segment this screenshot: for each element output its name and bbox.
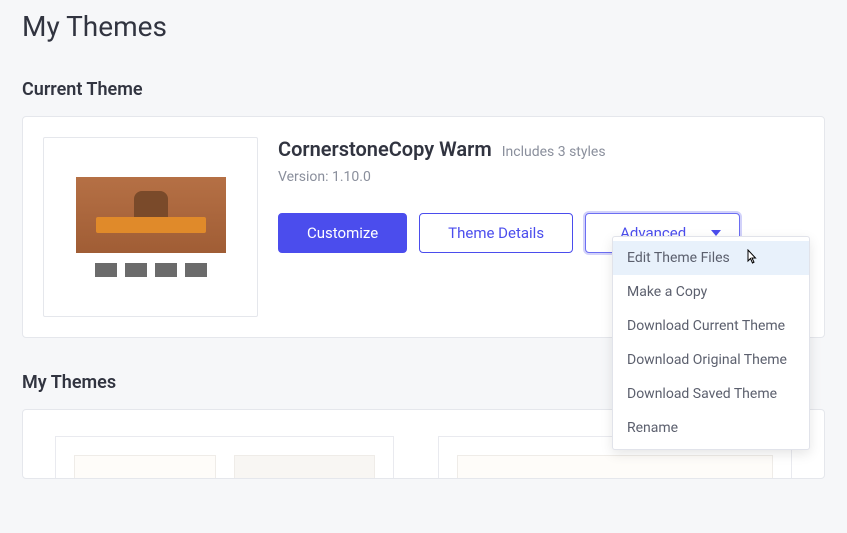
page-title: My Themes: [22, 10, 825, 43]
menu-item-label: Edit Theme Files: [627, 250, 730, 266]
theme-details-button[interactable]: Theme Details: [419, 213, 573, 253]
thumbnail-hero-image: [76, 177, 226, 253]
thumbnail-product-row: [95, 263, 207, 277]
styles-count: Includes 3 styles: [502, 144, 606, 160]
theme-thumbnail[interactable]: [43, 137, 258, 317]
current-theme-card: CornerstoneCopy Warm Includes 3 styles V…: [22, 116, 825, 338]
menu-make-copy[interactable]: Make a Copy: [613, 275, 809, 309]
customize-button[interactable]: Customize: [278, 213, 407, 253]
theme-preview-image: [74, 455, 216, 479]
current-theme-heading: Current Theme: [22, 79, 825, 100]
theme-name: CornerstoneCopy Warm: [278, 137, 492, 161]
theme-preview-image: [457, 455, 773, 479]
menu-download-saved[interactable]: Download Saved Theme: [613, 377, 809, 411]
menu-edit-theme-files[interactable]: Edit Theme Files: [613, 241, 809, 275]
theme-preview-image: [234, 455, 376, 479]
pointer-cursor-icon: [743, 249, 759, 271]
menu-rename[interactable]: Rename: [613, 411, 809, 445]
theme-card[interactable]: [55, 436, 394, 479]
theme-version: Version: 1.10.0: [278, 169, 804, 185]
advanced-dropdown: Edit Theme Files Make a Copy Download Cu…: [612, 236, 810, 450]
menu-download-original[interactable]: Download Original Theme: [613, 343, 809, 377]
menu-download-current[interactable]: Download Current Theme: [613, 309, 809, 343]
